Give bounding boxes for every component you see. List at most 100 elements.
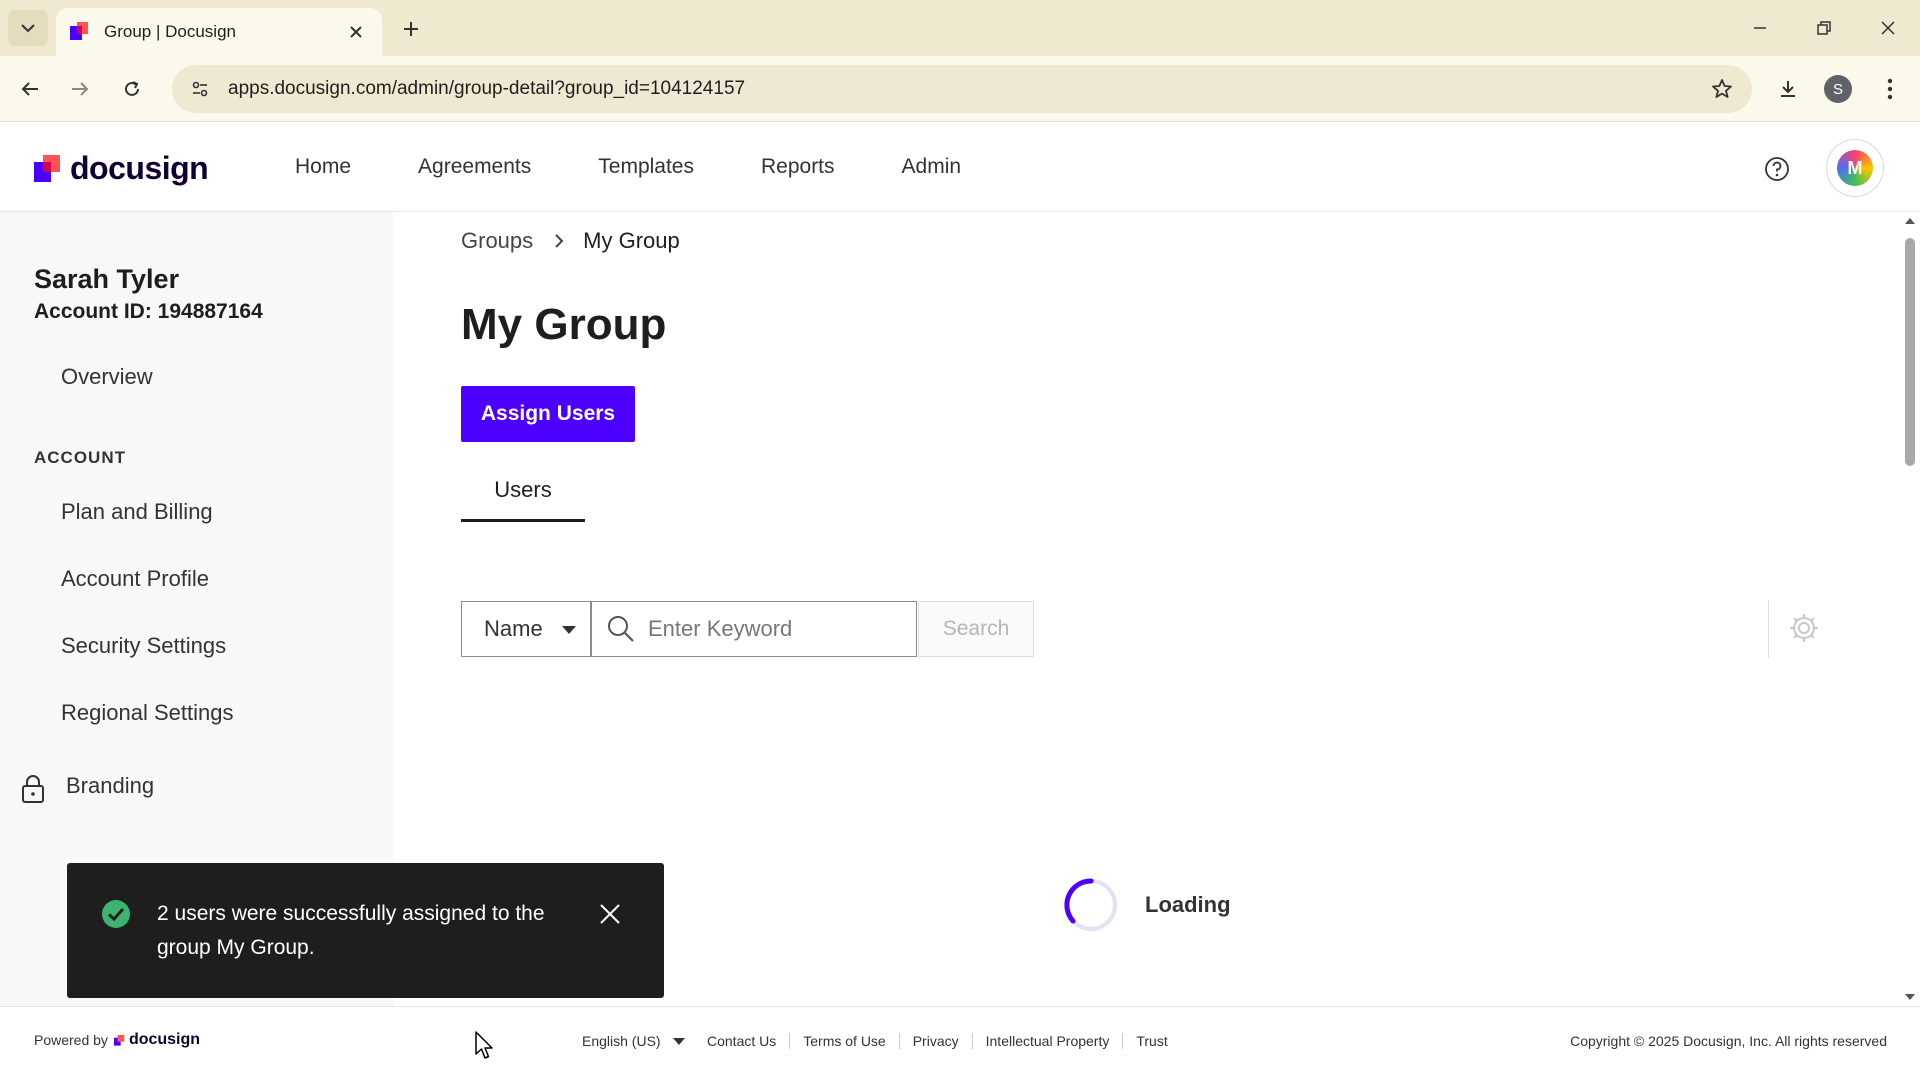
address-bar[interactable]: apps.docusign.com/admin/group-detail?gro…	[172, 65, 1752, 113]
account-id: Account ID: 194887164	[34, 300, 263, 323]
gear-icon[interactable]	[1786, 610, 1822, 646]
toast-message: 2 users were successfully assigned to th…	[157, 902, 545, 959]
page-scrollbar[interactable]	[1900, 212, 1920, 1006]
language-select[interactable]: English (US)	[582, 1033, 685, 1049]
search-field-select-value: Name	[484, 616, 543, 641]
powered-by: Powered by docusign	[34, 1031, 200, 1049]
powered-by-label: Powered by	[34, 1032, 108, 1048]
breadcrumb-groups-link[interactable]: Groups	[461, 228, 533, 254]
footer-link-privacy[interactable]: Privacy	[900, 1033, 973, 1049]
sidebar-item-security-settings[interactable]: Security Settings	[61, 633, 226, 659]
avatar: M	[1837, 150, 1873, 186]
breadcrumb: Groups My Group	[461, 228, 680, 254]
downloads-button[interactable]	[1768, 69, 1808, 109]
bookmark-star-icon[interactable]	[1702, 69, 1742, 109]
tab-list-button[interactable]	[8, 10, 48, 46]
minimize-button[interactable]	[1740, 12, 1780, 44]
nav-templates[interactable]: Templates	[598, 155, 694, 179]
search-icon	[608, 616, 634, 642]
forward-button[interactable]	[60, 69, 100, 109]
scroll-thumb[interactable]	[1905, 238, 1915, 466]
assign-users-button[interactable]: Assign Users	[461, 386, 635, 442]
nav-admin[interactable]: Admin	[902, 155, 962, 179]
search-field-select[interactable]: Name	[461, 601, 591, 657]
footer-docusign-logo[interactable]: docusign	[113, 1031, 201, 1049]
help-button[interactable]	[1760, 152, 1794, 186]
search-input[interactable]	[648, 616, 888, 642]
mouse-cursor-icon	[475, 1031, 493, 1059]
caret-down-icon	[562, 626, 576, 634]
url-text[interactable]: apps.docusign.com/admin/group-detail?gro…	[228, 78, 1702, 100]
docusign-logo[interactable]: docusign	[34, 150, 209, 187]
footer-link-trust[interactable]: Trust	[1123, 1033, 1180, 1049]
footer-link-contact-us[interactable]: Contact Us	[707, 1033, 791, 1049]
check-circle-icon	[102, 900, 130, 928]
toolbar-divider	[1768, 600, 1769, 658]
browser-menu-button[interactable]	[1870, 69, 1910, 109]
nav-agreements[interactable]: Agreements	[418, 155, 531, 179]
back-button[interactable]	[10, 69, 50, 109]
copyright: Copyright © 2025 Docusign, Inc. All righ…	[1570, 1033, 1887, 1049]
page-title: My Group	[461, 300, 667, 349]
nav-home[interactable]: Home	[295, 155, 351, 179]
sidebar-item-account-profile[interactable]: Account Profile	[61, 566, 209, 592]
search-box	[591, 601, 917, 657]
nav-reports[interactable]: Reports	[761, 155, 835, 179]
account-user-name: Sarah Tyler	[34, 264, 180, 294]
help-icon	[1765, 157, 1789, 181]
tab-title: Group | Docusign	[104, 22, 236, 41]
sidebar-item-branding[interactable]: Branding	[66, 773, 154, 799]
close-icon	[1881, 21, 1895, 35]
browser-tab-active[interactable]: Group | Docusign	[56, 8, 382, 56]
loading-label: Loading	[1145, 892, 1231, 917]
reload-icon	[125, 81, 139, 96]
reload-button[interactable]	[112, 69, 152, 109]
lock-icon	[22, 775, 44, 803]
caret-down-icon	[672, 1037, 685, 1045]
back-icon	[21, 82, 38, 96]
search-button[interactable]: Search	[918, 601, 1034, 657]
chevron-down-icon	[21, 24, 35, 33]
restore-icon	[1817, 21, 1831, 35]
plus-icon	[404, 22, 418, 36]
browser-toolbar: apps.docusign.com/admin/group-detail?gro…	[0, 56, 1920, 122]
browser-tab-bar: Group | Docusign	[0, 0, 1920, 56]
sidebar-item-overview[interactable]: Overview	[61, 364, 153, 390]
footer-link-intellectual-property[interactable]: Intellectual Property	[973, 1033, 1124, 1049]
sidebar-section-account: ACCOUNT	[34, 448, 126, 467]
app-header: docusign Home Agreements Templates Repor…	[0, 122, 1920, 212]
close-tab-icon[interactable]	[342, 18, 370, 46]
docusign-favicon-icon	[70, 22, 88, 40]
site-info-icon[interactable]	[180, 69, 220, 109]
minimize-icon	[1754, 27, 1766, 29]
forward-icon	[72, 82, 89, 96]
footer-link-terms-of-use[interactable]: Terms of Use	[790, 1033, 900, 1049]
new-tab-button[interactable]	[396, 14, 426, 44]
sidebar-item-plan-and-billing[interactable]: Plan and Billing	[61, 499, 213, 525]
kebab-icon	[1887, 78, 1893, 100]
docusign-logo-icon	[113, 1034, 125, 1046]
breadcrumb-current: My Group	[583, 228, 680, 253]
logo-text: docusign	[70, 150, 209, 186]
scroll-up-arrow[interactable]	[1905, 218, 1915, 224]
language-value: English (US)	[582, 1033, 661, 1049]
toast-close-button[interactable]	[595, 899, 625, 929]
docusign-logo-icon	[34, 154, 60, 182]
close-window-button[interactable]	[1868, 12, 1908, 44]
profile-avatar: S	[1824, 75, 1852, 103]
footer-logo-text: docusign	[128, 1031, 201, 1048]
footer: Powered by docusign English (US) Contact…	[0, 1006, 1920, 1080]
success-toast: 2 users were successfully assigned to th…	[67, 863, 664, 998]
scroll-down-arrow[interactable]	[1905, 994, 1915, 1000]
main-nav: Home Agreements Templates Reports Admin	[295, 122, 1028, 212]
tab-users[interactable]: Users	[461, 460, 585, 522]
restore-button[interactable]	[1804, 12, 1844, 44]
chevron-right-icon	[555, 234, 564, 248]
footer-links: Contact Us Terms of Use Privacy Intellec…	[707, 1033, 1181, 1049]
spinner-icon	[1064, 878, 1117, 931]
close-icon	[600, 904, 620, 924]
download-icon	[1781, 81, 1795, 97]
sidebar-item-regional-settings[interactable]: Regional Settings	[61, 700, 233, 726]
user-avatar-button[interactable]: M	[1826, 139, 1884, 197]
profile-button[interactable]: S	[1818, 69, 1858, 109]
